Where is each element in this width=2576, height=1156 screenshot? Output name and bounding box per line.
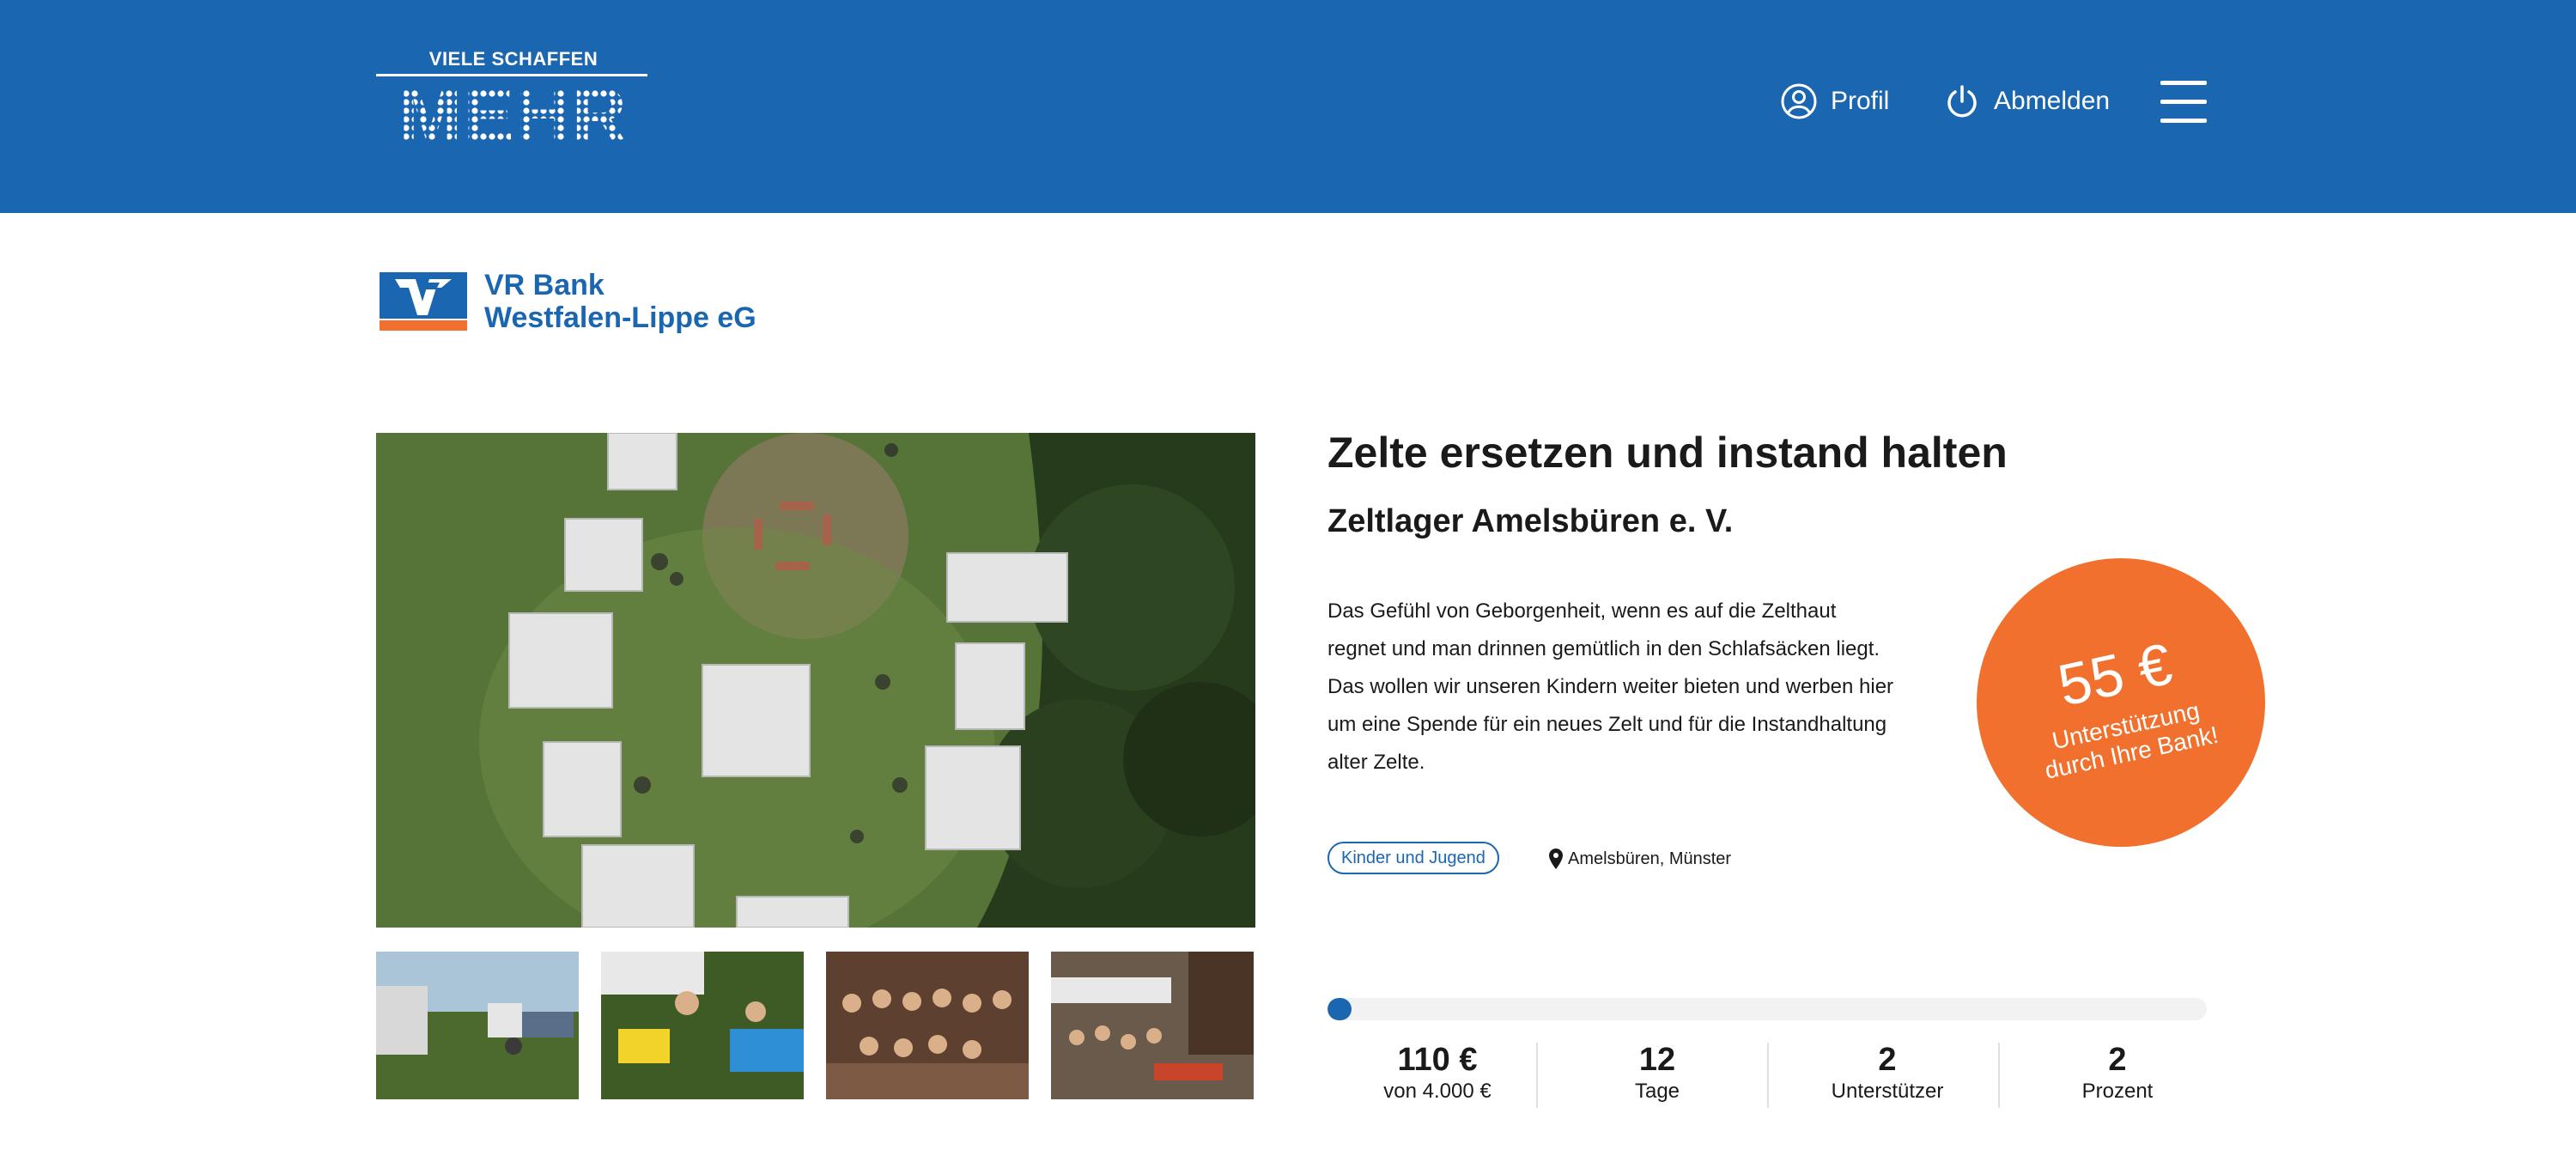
bank-support-badge: 55 € Unterstützung durch Ihre Bank!	[1977, 558, 2265, 847]
stat-divider	[1536, 1043, 1538, 1108]
project-organization: Zeltlager Amelsbüren e. V.	[1327, 503, 1734, 539]
stat-raised-value: 110 €	[1397, 1042, 1478, 1078]
gallery-thumbnail[interactable]	[601, 952, 804, 1099]
stat-percent-label: Prozent	[2081, 1080, 2154, 1103]
gallery-thumbnail[interactable]	[376, 952, 579, 1099]
logo-tagline: VIELE SCHAFFEN	[428, 48, 598, 70]
stat-days: 12 Tage	[1547, 1041, 1767, 1104]
stat-supporters: 2 Unterstützer	[1777, 1041, 1997, 1104]
category-tag[interactable]: Kinder und Jugend	[1327, 842, 1499, 874]
project-title: Zelte ersetzen und instand halten	[1327, 429, 2008, 477]
bank-name-line2: Westfalen-Lippe eG	[484, 301, 756, 334]
vr-bank-logo-icon	[380, 271, 467, 332]
stat-days-value: 12	[1638, 1042, 1676, 1078]
stat-percent: 2 Prozent	[2008, 1041, 2227, 1104]
stat-divider	[1767, 1043, 1769, 1108]
hamburger-menu-icon[interactable]	[2160, 81, 2207, 124]
stat-supporters-label: Unterstützer	[1831, 1080, 1944, 1103]
bank-logo: VR Bank Westfalen-Lippe eG	[380, 263, 756, 340]
map-pin-icon	[1549, 849, 1563, 869]
site-header: VIELE SCHAFFEN MEHR Profil Abmelden	[0, 0, 2576, 213]
logout-link[interactable]: Abmelden	[1944, 79, 2110, 124]
project-main-image[interactable]	[376, 433, 1255, 928]
power-icon	[1947, 85, 1977, 118]
project-description: Das Gefühl von Geborgenheit, wenn es auf…	[1327, 599, 1894, 774]
stat-divider	[1998, 1043, 2000, 1108]
user-icon	[1781, 83, 1817, 119]
profile-link[interactable]: Profil	[1781, 79, 1889, 124]
gallery-thumbnail[interactable]	[826, 952, 1029, 1099]
logo-wordmark: MEHR	[398, 81, 628, 146]
location-label: Amelsbüren, Münster	[1568, 849, 1732, 868]
gallery-thumbnail[interactable]	[1051, 952, 1254, 1099]
logout-label: Abmelden	[1994, 87, 2111, 115]
logo-divider	[376, 74, 647, 76]
profile-label: Profil	[1831, 87, 1890, 115]
bank-name-line1: VR Bank	[484, 269, 605, 301]
svg-text:MEHR: MEHR	[398, 81, 628, 146]
stat-supporters-value: 2	[1878, 1042, 1897, 1078]
stat-raised-label: von 4.000 €	[1383, 1080, 1492, 1103]
stat-days-label: Tage	[1634, 1080, 1680, 1103]
viele-schaffen-mehr-logo[interactable]: VIELE SCHAFFEN MEHR	[376, 48, 651, 146]
funding-stats: 110 € von 4.000 € 12 Tage 2 Unterstützer…	[1327, 1041, 2207, 1110]
stat-raised: 110 € von 4.000 €	[1327, 1041, 1547, 1104]
funding-progress-bar	[1327, 998, 2207, 1020]
project-location: Amelsbüren, Münster	[1549, 845, 1731, 873]
funding-progress-fill	[1327, 998, 1352, 1020]
stat-percent-value: 2	[2108, 1042, 2127, 1078]
